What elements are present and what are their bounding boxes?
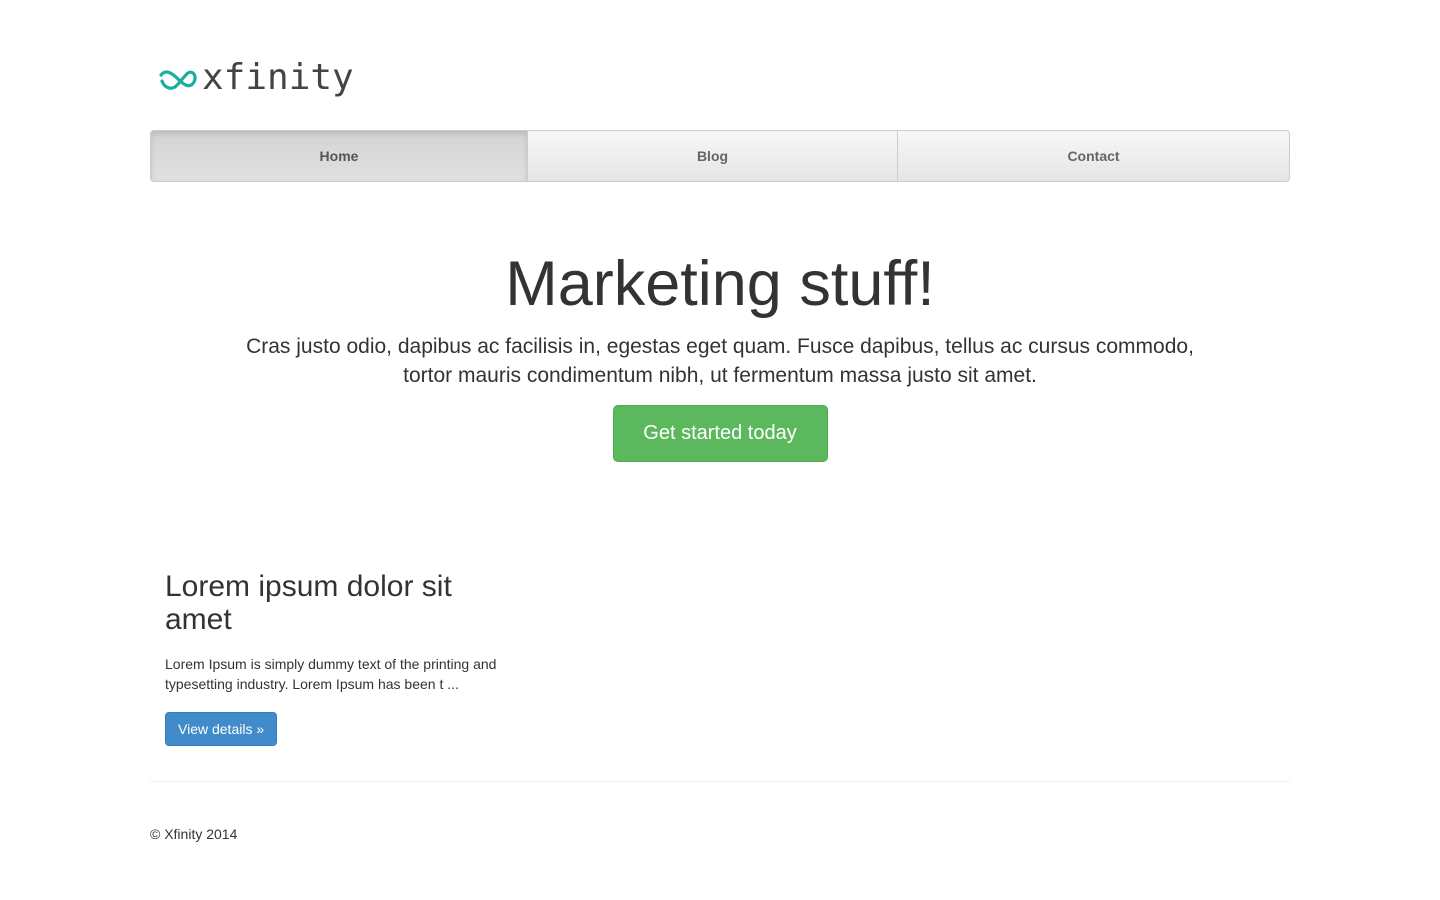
nav-item-label: Home xyxy=(319,148,359,164)
feature-body: Lorem Ipsum is simply dummy text of the … xyxy=(165,656,497,692)
main-nav: Home Blog Contact xyxy=(150,130,1290,182)
jumbotron: Marketing stuff! Cras justo odio, dapibu… xyxy=(150,248,1290,462)
footer-divider xyxy=(150,781,1290,782)
xfinity-infinity-icon xyxy=(158,63,198,93)
view-details-button[interactable]: View details » xyxy=(165,712,278,746)
nav-item-contact[interactable]: Contact xyxy=(897,131,1289,181)
nav-item-blog[interactable]: Blog xyxy=(527,131,897,181)
footer: © Xfinity 2014 xyxy=(150,824,237,844)
brand-logo[interactable]: xfinity xyxy=(158,58,354,98)
feature-heading: Lorem ipsum dolor sit amet xyxy=(165,570,452,636)
jumbotron-heading: Marketing stuff! xyxy=(505,249,935,319)
footer-copyright: © Xfinity 2014 xyxy=(150,826,238,842)
get-started-button[interactable]: Get started today xyxy=(612,405,828,462)
nav-item-label: Contact xyxy=(1067,148,1120,164)
nav-item-home[interactable]: Home xyxy=(151,131,527,181)
feature-column: Lorem ipsum dolor sit amet Lorem Ipsum i… xyxy=(165,570,510,746)
jumbotron-lead: Cras justo odio, dapibus ac facilisis in… xyxy=(246,335,1194,387)
brand-name: xfinity xyxy=(202,57,354,98)
nav-item-label: Blog xyxy=(696,148,729,164)
